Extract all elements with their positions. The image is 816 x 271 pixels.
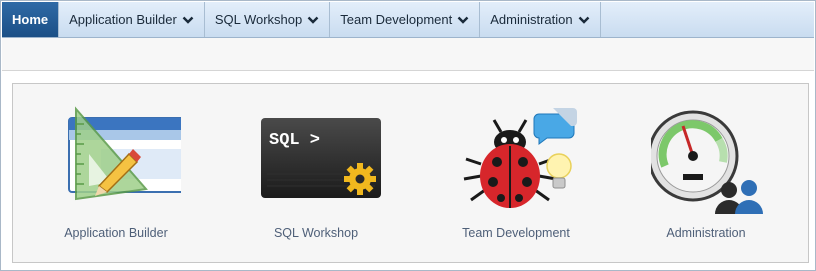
chevron-down-icon[interactable] <box>182 16 194 24</box>
tile-sql-workshop[interactable]: SQL > SQL Workshop <box>221 84 411 262</box>
tab-sql-workshop[interactable]: SQL Workshop <box>205 2 331 37</box>
tab-team-development-label: Team Development <box>340 12 453 27</box>
tile-label: Application Builder <box>64 226 168 240</box>
tile-label: Team Development <box>462 226 570 240</box>
chevron-down-icon[interactable] <box>457 16 469 24</box>
administration-icon <box>647 104 771 214</box>
tile-label: Administration <box>666 226 746 240</box>
tab-administration[interactable]: Administration <box>480 2 601 37</box>
sql-workshop-icon: SQL > <box>261 104 381 214</box>
tab-application-builder[interactable]: Application Builder <box>59 2 205 37</box>
tile-application-builder[interactable]: Application Builder <box>21 84 211 262</box>
tab-home-label: Home <box>12 12 49 27</box>
tile-team-development[interactable]: Team Development <box>421 84 611 262</box>
sub-toolbar <box>2 38 814 71</box>
home-tiles-panel: Application Builder SQL > SQL Workshop T… <box>12 83 809 263</box>
tab-administration-label: Administration <box>490 12 573 27</box>
tab-team-development[interactable]: Team Development <box>330 2 481 37</box>
tile-label: SQL Workshop <box>273 226 359 240</box>
application-builder-icon <box>61 104 188 214</box>
sql-prompt-text: SQL > <box>269 131 320 150</box>
tab-home[interactable]: Home <box>2 2 60 37</box>
tile-administration[interactable]: Administration <box>611 84 801 262</box>
tab-application-builder-label: Application Builder <box>69 12 177 27</box>
chevron-down-icon[interactable] <box>578 16 590 24</box>
tab-sql-workshop-label: SQL Workshop <box>214 12 303 27</box>
top-nav: Home Application Builder SQL Workshop Te… <box>2 2 814 38</box>
team-development-icon <box>461 104 581 214</box>
chevron-down-icon[interactable] <box>307 16 319 24</box>
